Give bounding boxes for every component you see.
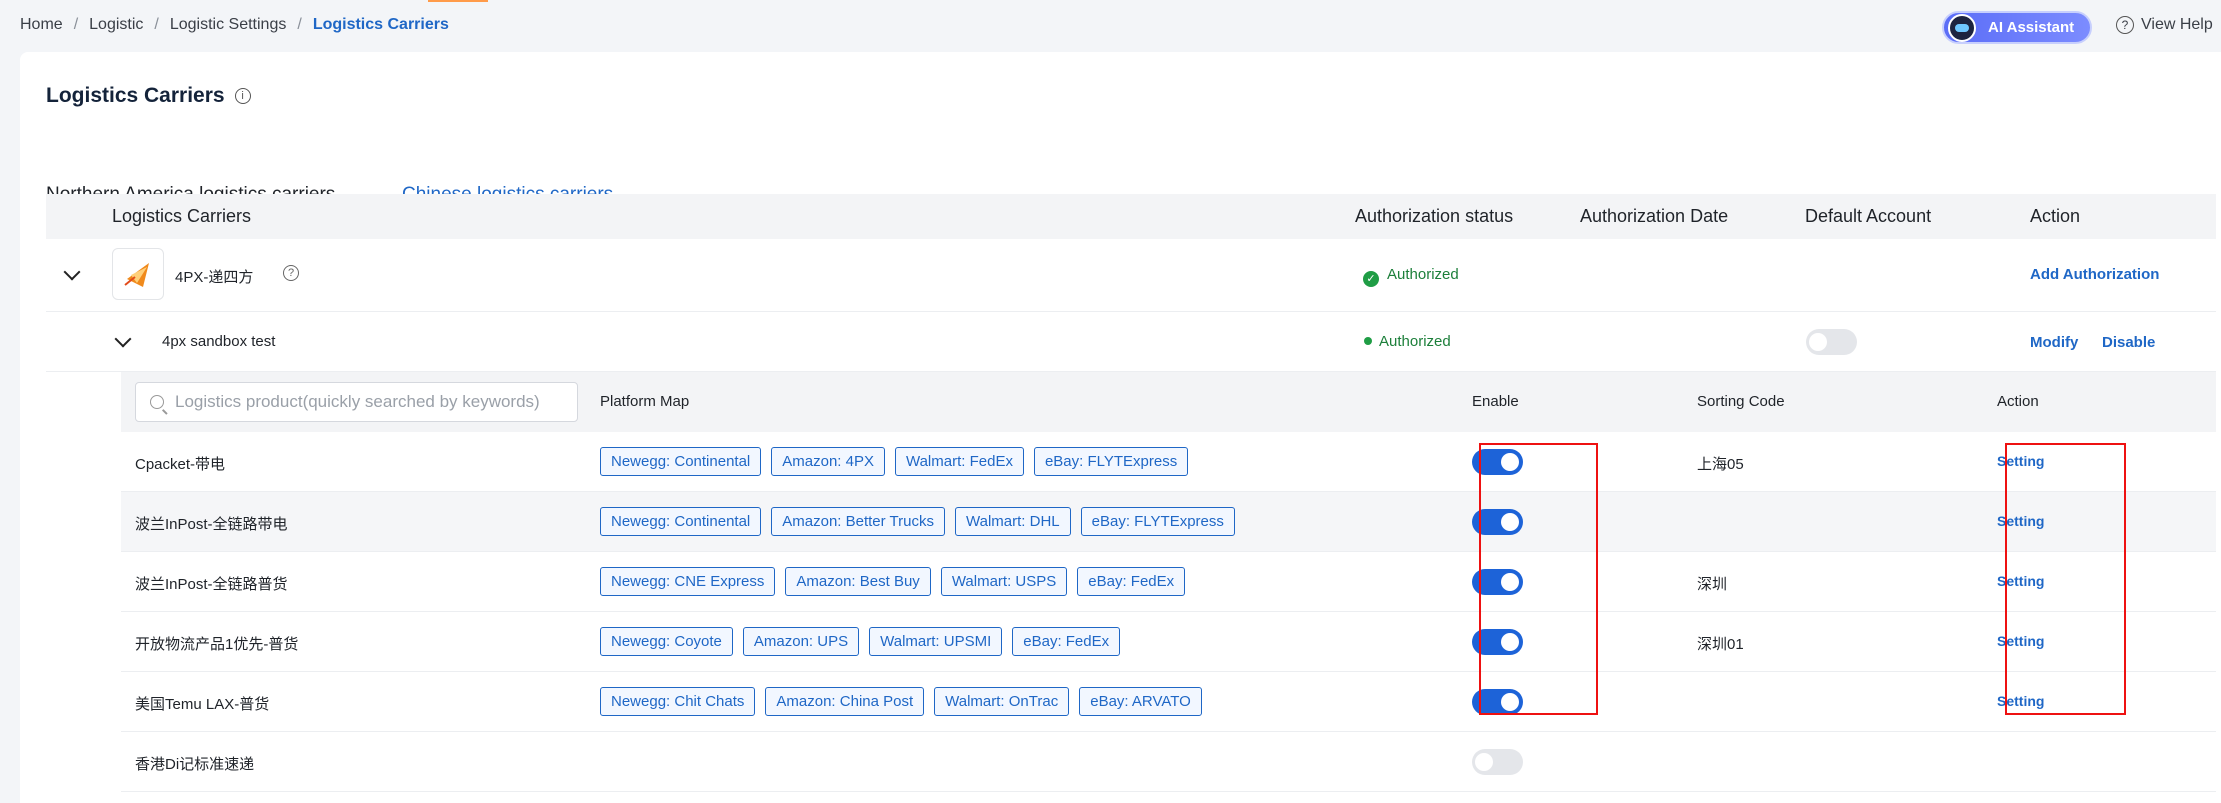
platform-tag: Amazon: China Post <box>765 687 925 716</box>
product-row: 开放物流产品1优先-普货 Newegg: Coyote Amazon: UPS … <box>121 612 2216 672</box>
platform-tag: eBay: FedEx <box>1077 567 1186 596</box>
header-enable: Enable <box>1472 393 1519 410</box>
platform-tag: Amazon: 4PX <box>771 447 885 476</box>
modify-link[interactable]: Modify <box>2030 334 2078 351</box>
add-authorization-link[interactable]: Add Authorization <box>2030 266 2159 283</box>
breadcrumb: Home / Logistic / Logistic Settings / Lo… <box>20 16 449 34</box>
page-title: Logistics Carriers <box>46 84 225 107</box>
carrier-row: 4PX-递四方 ? ✓ Authorized Add Authorization <box>46 239 2216 312</box>
question-circle-icon: ? <box>2116 16 2134 34</box>
header-default-account: Default Account <box>1805 206 1932 226</box>
view-help-label: View Help <box>2141 16 2213 33</box>
search-placeholder: Logistics product(quickly searched by ke… <box>175 392 540 411</box>
platform-tag: eBay: FLYTExpress <box>1080 507 1235 536</box>
platform-tag: Walmart: USPS <box>940 567 1068 596</box>
default-account-toggle[interactable] <box>1806 329 1857 355</box>
platform-tag: Amazon: UPS <box>742 627 860 656</box>
product-row: 波兰InPost-全链路普货 Newegg: CNE Express Amazo… <box>121 552 2216 612</box>
products-header: Logistics product(quickly searched by ke… <box>121 372 2216 432</box>
main-card: Logistics Carriers i Northern America lo… <box>20 52 2221 803</box>
product-name: 波兰InPost-全链路带电 <box>135 516 288 533</box>
info-icon[interactable]: i <box>234 88 251 104</box>
header-action: Action <box>2030 206 2081 226</box>
platform-map-tags: Newegg: Coyote Amazon: UPS Walmart: UPSM… <box>600 627 1130 656</box>
product-row: Cpacket-带电 Newegg: Continental Amazon: 4… <box>121 432 2216 492</box>
sorting-code: 深圳01 <box>1697 636 1744 653</box>
header-sorting-code: Sorting Code <box>1697 393 1785 410</box>
enable-toggle[interactable] <box>1472 749 1523 775</box>
breadcrumb-logistic[interactable]: Logistic <box>89 16 143 34</box>
platform-tag: Newegg: CNE Express <box>600 567 776 596</box>
header-auth-date: Authorization Date <box>1580 206 1729 226</box>
breadcrumb-home[interactable]: Home <box>20 16 63 34</box>
chevron-down-icon[interactable] <box>63 263 81 281</box>
product-name: 波兰InPost-全链路普货 <box>135 576 288 593</box>
breadcrumb-separator: / <box>154 16 159 33</box>
product-name: 香港Di记标准速递 <box>135 756 255 773</box>
platform-map-tags: Newegg: Continental Amazon: 4PX Walmart:… <box>600 447 1198 476</box>
ai-assistant-button[interactable]: AI Assistant <box>1942 11 2092 44</box>
platform-tag: Newegg: Continental <box>600 507 762 536</box>
platform-tag: Walmart: FedEx <box>894 447 1024 476</box>
platform-tag: Walmart: OnTrac <box>934 687 1070 716</box>
platform-map-tags: Newegg: Continental Amazon: Better Truck… <box>600 507 1245 536</box>
platform-tag: eBay: FLYTExpress <box>1033 447 1189 476</box>
sorting-code: 上海05 <box>1697 456 1744 473</box>
platform-tag: Newegg: Coyote <box>600 627 733 656</box>
platform-tag: Amazon: Best Buy <box>785 567 931 596</box>
platform-tag: eBay: FedEx <box>1012 627 1121 656</box>
action-highlight-box <box>2005 443 2126 715</box>
platform-tag: Newegg: Continental <box>600 447 762 476</box>
platform-tag: Newegg: Chit Chats <box>600 687 756 716</box>
top-bar: Home / Logistic / Logistic Settings / Lo… <box>0 0 2221 52</box>
carriers-table: Logistics Carriers Authorization status … <box>46 194 2216 372</box>
carrier-name: 4PX-递四方 <box>175 269 254 286</box>
breadcrumb-separator: / <box>73 16 79 33</box>
enable-highlight-box <box>1479 443 1598 715</box>
robot-icon <box>1948 13 1976 42</box>
product-name: Cpacket-带电 <box>135 456 226 473</box>
breadcrumb-separator: / <box>297 16 302 33</box>
platform-tag: Walmart: DHL <box>955 507 1071 536</box>
carrier-auth-status: ✓ Authorized <box>1363 266 1459 287</box>
products-table: Logistics product(quickly searched by ke… <box>121 372 2216 792</box>
4px-logo-icon <box>124 263 149 287</box>
account-auth-status-text: Authorized <box>1379 333 1451 350</box>
product-search-input[interactable]: Logistics product(quickly searched by ke… <box>135 382 578 422</box>
status-dot-icon <box>1364 337 1372 345</box>
platform-tag: Amazon: Better Trucks <box>771 507 945 536</box>
platform-map-tags: Newegg: Chit Chats Amazon: China Post Wa… <box>600 687 1212 716</box>
table-header: Logistics Carriers Authorization status … <box>46 194 2216 239</box>
carrier-auth-status-text: Authorized <box>1387 266 1459 283</box>
question-circle-icon[interactable]: ? <box>283 265 299 281</box>
header-product-action: Action <box>1997 393 2039 410</box>
header-auth-status: Authorization status <box>1355 206 1514 226</box>
product-name: 美国Temu LAX-普货 <box>135 696 270 713</box>
title-row: Logistics Carriers i <box>46 84 251 108</box>
platform-map-tags: Newegg: CNE Express Amazon: Best Buy Wal… <box>600 567 1195 596</box>
product-row: 美国Temu LAX-普货 Newegg: Chit Chats Amazon:… <box>121 672 2216 732</box>
product-row: 香港Di记标准速递 <box>121 732 2216 792</box>
product-name: 开放物流产品1优先-普货 <box>135 636 299 653</box>
platform-tag: eBay: ARVATO <box>1079 687 1202 716</box>
chevron-down-icon[interactable] <box>114 330 132 348</box>
account-row: 4px sandbox test Authorized Modify Disab… <box>46 312 2216 372</box>
view-help-link[interactable]: ? View Help <box>2116 16 2213 34</box>
breadcrumb-current: Logistics Carriers <box>312 16 449 33</box>
product-row: 波兰InPost-全链路带电 Newegg: Continental Amazo… <box>121 492 2216 552</box>
platform-tag: Walmart: UPSMI <box>869 627 1003 656</box>
ai-assistant-label: AI Assistant <box>1988 19 2075 36</box>
header-carriers: Logistics Carriers <box>112 206 252 226</box>
search-icon <box>150 395 164 409</box>
account-name: 4px sandbox test <box>162 333 276 350</box>
check-circle-icon: ✓ <box>1363 270 1379 287</box>
sorting-code: 深圳 <box>1697 576 1728 593</box>
account-auth-status: Authorized <box>1364 333 1451 350</box>
breadcrumb-logistic-settings[interactable]: Logistic Settings <box>170 16 287 34</box>
disable-link[interactable]: Disable <box>2102 334 2155 351</box>
header-platform-map: Platform Map <box>600 393 690 410</box>
carrier-logo <box>112 248 164 300</box>
